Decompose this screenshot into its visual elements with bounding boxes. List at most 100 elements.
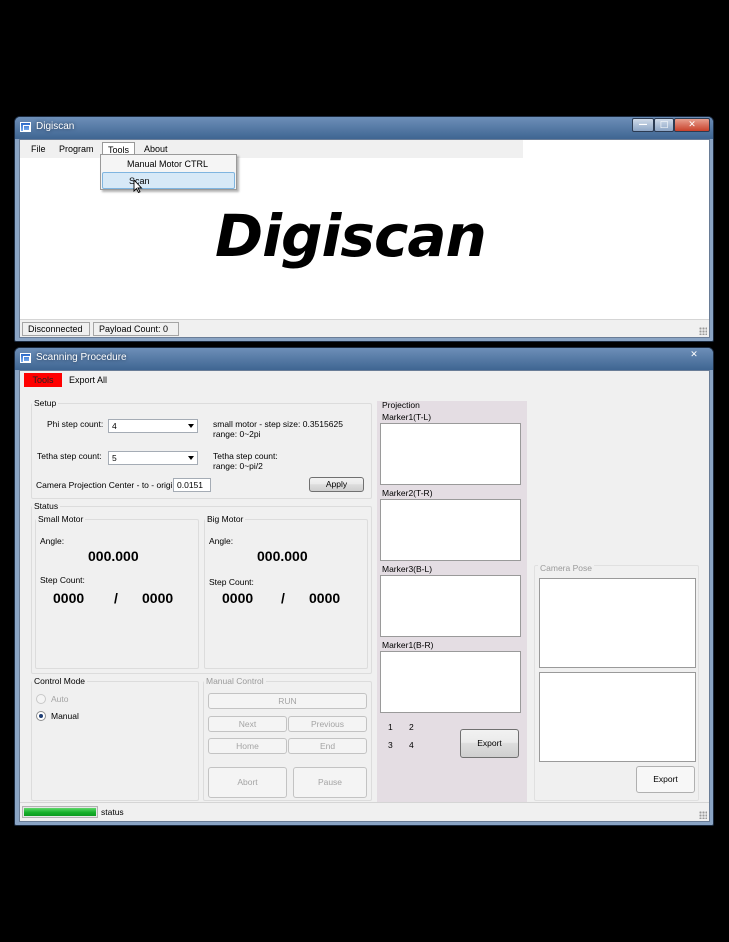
connection-status: Disconnected <box>22 322 90 336</box>
big-step-sep: / <box>281 590 285 606</box>
app-icon <box>20 353 31 363</box>
big-step-current: 0000 <box>222 590 254 606</box>
small-motor-title: Small Motor <box>36 514 86 524</box>
main-menubar: File Program Tools About <box>20 140 523 158</box>
close-button[interactable]: ✕ <box>674 118 710 132</box>
auto-radio[interactable] <box>36 694 46 704</box>
window-title: Digiscan <box>36 121 75 132</box>
payload-count: Payload Count: 0 <box>93 322 179 336</box>
marker4-br-label: Marker1(B-R) <box>382 640 434 650</box>
small-step-current: 0000 <box>53 590 85 606</box>
scanning-titlebar[interactable]: Scanning Procedure ✕ <box>15 348 713 370</box>
marker-num-3: 3 <box>388 740 393 750</box>
projection-title: Projection <box>382 400 420 410</box>
close-button[interactable]: ✕ <box>679 349 709 363</box>
tetha-step-label: Tetha step count: <box>37 451 102 461</box>
big-step-total: 0000 <box>309 590 341 606</box>
camera-pose-view-top <box>539 578 696 668</box>
menu-file[interactable]: File <box>26 142 51 156</box>
scan-statusbar: status <box>20 802 709 821</box>
camera-pose-view-bottom <box>539 672 696 762</box>
progress-fill <box>24 808 96 816</box>
window-title: Scanning Procedure <box>36 352 127 363</box>
digiscan-titlebar[interactable]: Digiscan — □ ✕ <box>15 117 713 139</box>
app-icon <box>20 122 31 132</box>
small-step-label: Step Count: <box>40 575 85 585</box>
manual-control-title: Manual Control <box>204 676 266 686</box>
big-motor-title: Big Motor <box>205 514 246 524</box>
abort-button[interactable]: Abort <box>208 767 287 798</box>
small-angle-value: 000.000 <box>88 548 139 564</box>
marker-num-1: 1 <box>388 722 393 732</box>
tetha-info-2: range: 0~pi/2 <box>213 461 263 471</box>
run-button[interactable]: RUN <box>208 693 367 709</box>
small-step-total: 0000 <box>142 590 174 606</box>
small-step-sep: / <box>114 590 118 606</box>
camera-pose-group: Camera Pose Export <box>534 563 699 801</box>
marker4-br-view <box>380 651 521 713</box>
phi-step-value: 4 <box>112 421 117 431</box>
big-angle-value: 000.000 <box>257 548 308 564</box>
chevron-down-icon <box>188 424 194 428</box>
menu-manual-motor-ctrl[interactable]: Manual Motor CTRL <box>101 156 236 173</box>
projection-export-button[interactable]: Export <box>460 729 519 758</box>
digiscan-logo: Digiscan <box>215 202 487 270</box>
camera-pose-title: Camera Pose <box>538 563 594 573</box>
pause-button[interactable]: Pause <box>293 767 367 798</box>
camera-center-label: Camera Projection Center - to - origin <box>36 480 178 490</box>
control-mode-group: Control Mode Auto Manual <box>31 676 199 801</box>
setup-group: Setup Phi step count: 4 small motor - st… <box>31 398 372 499</box>
menu-export-all[interactable]: Export All <box>64 373 112 387</box>
tetha-info-1: Tetha step count: <box>213 451 278 461</box>
status-text: status <box>101 807 124 817</box>
end-button[interactable]: End <box>288 738 367 754</box>
small-motor-group: Small Motor Angle: 000.000 Step Count: 0… <box>35 514 199 669</box>
setup-title: Setup <box>32 398 59 408</box>
digiscan-window: Digiscan — □ ✕ File Program Tools About … <box>14 116 714 342</box>
chevron-down-icon <box>188 456 194 460</box>
phi-info-1: small motor - step size: 0.3515625 <box>213 419 343 429</box>
scanning-window: Scanning Procedure ✕ Tools Export All Se… <box>14 347 714 826</box>
phi-step-select[interactable]: 4 <box>108 419 198 433</box>
scanning-client: Tools Export All Setup Phi step count: 4… <box>19 370 710 822</box>
resize-grip-icon[interactable] <box>699 327 707 335</box>
manual-radio[interactable] <box>36 711 46 721</box>
home-button[interactable]: Home <box>208 738 287 754</box>
next-button[interactable]: Next <box>208 716 287 732</box>
manual-label: Manual <box>51 711 79 721</box>
big-motor-group: Big Motor Angle: 000.000 Step Count: 000… <box>204 514 368 669</box>
marker-num-4: 4 <box>409 740 414 750</box>
control-mode-title: Control Mode <box>32 676 88 686</box>
phi-step-label: Phi step count: <box>47 419 104 429</box>
apply-button[interactable]: Apply <box>309 477 364 492</box>
projection-panel: Projection Marker1(T-L) Marker2(T-R) Mar… <box>377 400 527 802</box>
menu-program[interactable]: Program <box>54 142 99 156</box>
scan-progress-bar <box>22 806 98 818</box>
tools-dropdown: Manual Motor CTRL Scan <box>100 154 237 190</box>
menu-tools[interactable]: Tools <box>24 373 62 387</box>
marker3-bl-label: Marker3(B-L) <box>382 564 433 574</box>
minimize-button[interactable]: — <box>632 118 654 132</box>
phi-info-2: range: 0~2pi <box>213 429 261 439</box>
big-step-label: Step Count: <box>209 577 254 587</box>
marker-num-2: 2 <box>409 722 414 732</box>
tetha-step-select[interactable]: 5 <box>108 451 198 465</box>
marker2-tr-label: Marker2(T-R) <box>382 488 433 498</box>
digiscan-statusbar: Disconnected Payload Count: 0 <box>20 319 709 337</box>
marker1-tl-view <box>380 423 521 485</box>
camera-center-input[interactable]: 0.0151 <box>173 478 211 492</box>
mouse-cursor-icon <box>133 179 143 193</box>
previous-button[interactable]: Previous <box>288 716 367 732</box>
menu-scan[interactable]: Scan <box>102 172 235 189</box>
resize-grip-icon[interactable] <box>699 811 707 819</box>
camera-export-button[interactable]: Export <box>636 766 695 793</box>
maximize-button[interactable]: □ <box>654 118 674 132</box>
manual-control-group: Manual Control RUN Next Previous Home En… <box>203 676 372 801</box>
small-angle-label: Angle: <box>40 536 65 546</box>
marker1-tl-label: Marker1(T-L) <box>382 412 432 422</box>
auto-label: Auto <box>51 694 69 704</box>
status-title: Status <box>32 501 61 511</box>
marker2-tr-view <box>380 499 521 561</box>
scan-menubar: Tools Export All <box>20 371 567 389</box>
tetha-step-value: 5 <box>112 453 117 463</box>
